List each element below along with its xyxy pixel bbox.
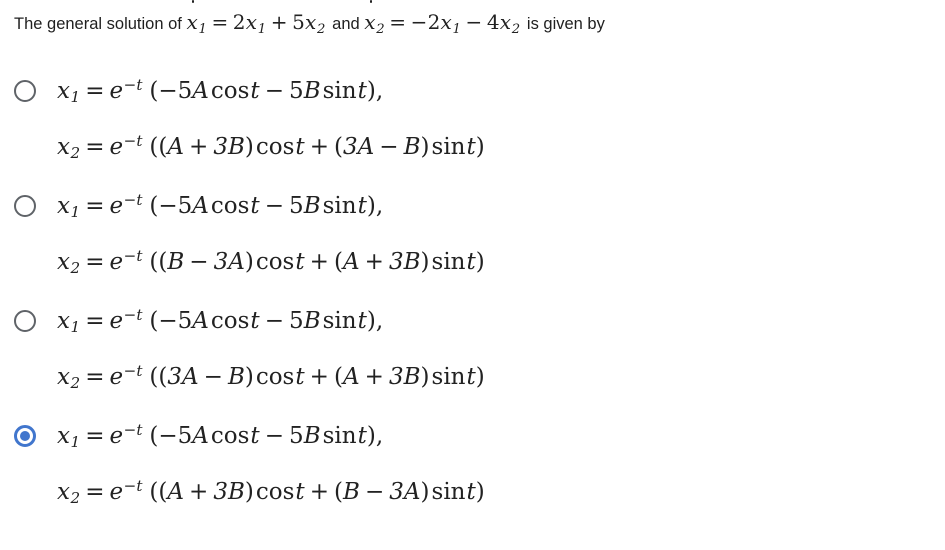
radio-button-option-b[interactable] [14,195,36,217]
option-second-line[interactable]: x2 = e−t ((B −3A)cost + (A +3B)sint) [57,245,485,279]
question-page: The general solution of x1 = 2x1 +5x2 and x… [0,0,945,550]
answer-option[interactable]: x1 = e−t (−5Acost −5Bsint), x2 = e−t ((A +3B)cos… [0,60,945,175]
answer-option[interactable]: x1 = e−t (−5Acost −5Bsint), x2 = e−t ((B −3A)cos… [0,175,945,290]
prompt-conjunction: and [332,15,360,33]
x2-dot-variable: x [364,0,376,34]
question-prompt: The general solution of x1 = 2x1 +5x2 and x… [14,0,605,42]
radio-button-option-a[interactable] [14,80,36,102]
answer-options-list: x1 = e−t (−5Acost −5Bsint), x2 = e−t ((A +3B)cos… [0,60,945,520]
option-first-line[interactable]: x1 = e−t (−5Acost −5Bsint), [0,419,383,453]
prompt-equation-1: x1 = 2x1 +5x2 [186,0,332,37]
option-d-x1-equation: x1 = e−t (−5Acost −5Bsint), [57,420,384,452]
option-second-line[interactable]: x2 = e−t ((3A − B)cost + (A +3B)sint) [57,360,485,394]
prompt-lead-text: The general solution of [14,15,182,33]
answer-option[interactable]: x1 = e−t (−5Acost −5Bsint), x2 = e−t ((3A − B)cos… [0,290,945,405]
answer-option-selected[interactable]: x1 = e−t (−5Acost −5Bsint), x2 = e−t ((A +3B)cos… [0,405,945,520]
option-a-x2-equation: x2 = e−t ((A +3B)cost + (3A − B)sint) [57,131,485,163]
option-first-line[interactable]: x1 = e−t (−5Acost −5Bsint), [0,189,383,223]
option-a-x1-equation: x1 = e−t (−5Acost −5Bsint), [57,75,384,107]
radio-button-option-d[interactable] [14,425,36,447]
option-c-x1-equation: x1 = e−t (−5Acost −5Bsint), [57,305,384,337]
option-d-x2-equation: x2 = e−t ((A +3B)cost + (B −3A)sint) [57,476,485,508]
option-first-line[interactable]: x1 = e−t (−5Acost −5Bsint), [0,74,383,108]
derivative-dot-icon [369,0,373,3]
option-first-line[interactable]: x1 = e−t (−5Acost −5Bsint), [0,304,383,338]
prompt-equation-2: x2 = −2x1−4x2 [364,0,527,37]
x1-dot-variable: x [186,0,198,34]
option-c-x2-equation: x2 = e−t ((3A − B)cost + (A +3B)sint) [57,361,485,393]
derivative-dot-icon [191,0,195,3]
radio-button-option-c[interactable] [14,310,36,332]
option-b-x2-equation: x2 = e−t ((B −3A)cost + (A +3B)sint) [57,246,485,278]
option-second-line[interactable]: x2 = e−t ((A +3B)cost + (B −3A)sint) [57,475,485,509]
prompt-tail-text: is given by [526,15,605,33]
option-b-x1-equation: x1 = e−t (−5Acost −5Bsint), [57,190,384,222]
option-second-line[interactable]: x2 = e−t ((A +3B)cost + (3A − B)sint) [57,130,485,164]
